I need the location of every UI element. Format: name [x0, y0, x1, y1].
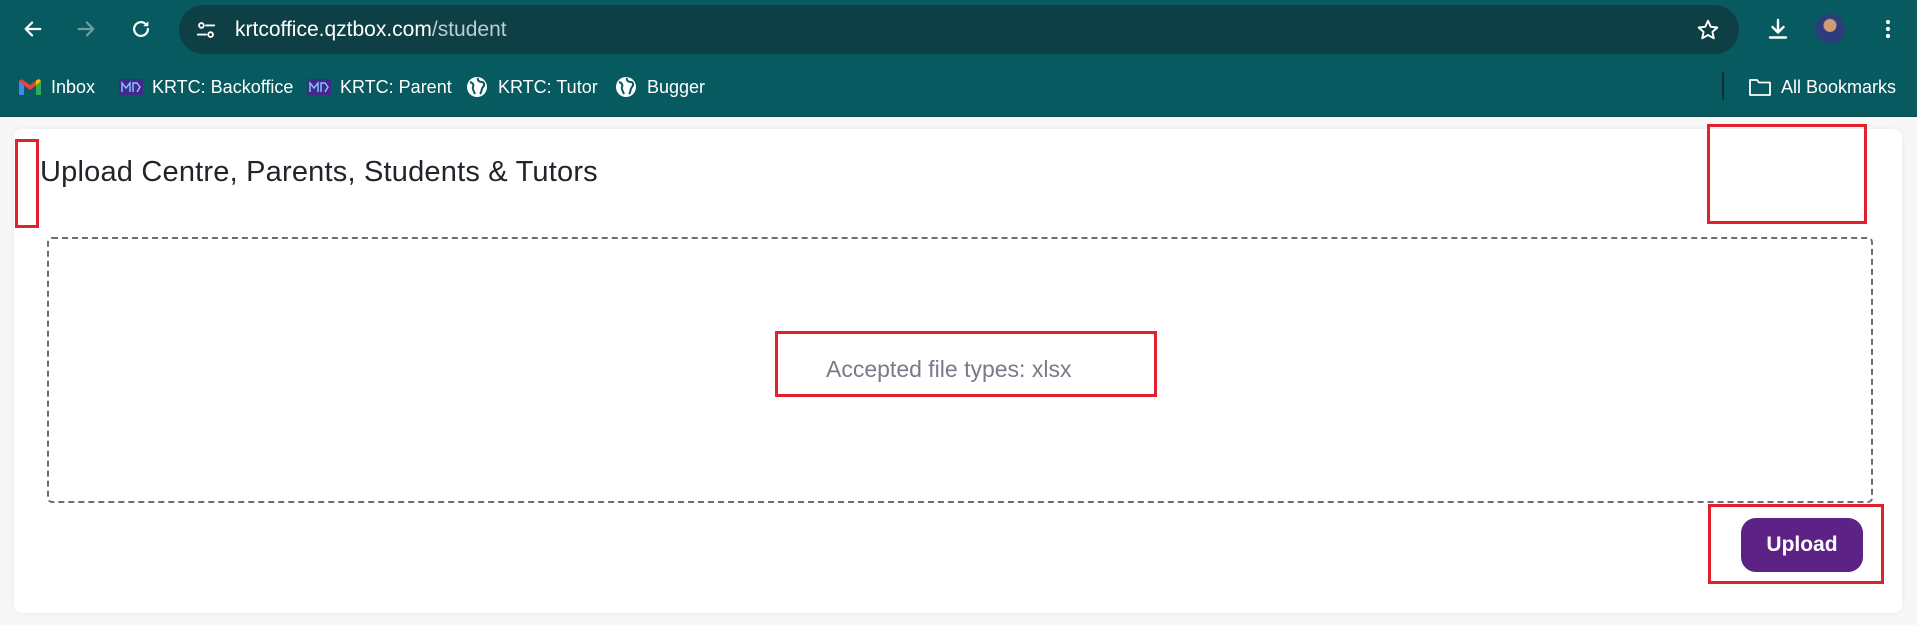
arrow-right-icon [77, 21, 95, 37]
highlight-box [1708, 504, 1884, 584]
browser-toolbar: krtcoffice.qztbox.com/student [0, 0, 1917, 58]
page-title: Upload Centre, Parents, Students & Tutor… [40, 156, 598, 188]
back-button[interactable] [15, 11, 51, 47]
bookmark-star-icon[interactable] [1695, 17, 1721, 43]
highlight-box [1707, 124, 1867, 224]
bookmarks-divider [1722, 72, 1724, 100]
highlight-box [775, 331, 1157, 397]
bookmark-krtc-tutor[interactable]: KRTC: Tutor [465, 74, 598, 100]
krtc-icon [307, 75, 331, 99]
url-path: /student [431, 18, 507, 41]
globe-icon [614, 75, 638, 99]
reload-button[interactable] [123, 11, 159, 47]
more-vertical-icon [1885, 19, 1891, 39]
gmail-icon [18, 75, 42, 99]
bookmarks-bar: Inbox KRTC: Backoffice KRTC: Parent KRTC… [0, 58, 1917, 117]
all-bookmarks-button[interactable]: All Bookmarks [1748, 74, 1896, 100]
download-icon [1768, 18, 1788, 39]
url-text[interactable]: krtcoffice.qztbox.com/student [235, 18, 507, 42]
krtc-icon [119, 75, 143, 99]
highlight-box [15, 139, 39, 228]
bookmark-krtc-parent[interactable]: KRTC: Parent [307, 74, 452, 100]
url-host: krtcoffice.qztbox.com [235, 18, 432, 41]
downloads-button[interactable] [1760, 11, 1796, 47]
browser-menu-button[interactable] [1870, 11, 1906, 47]
bookmark-label: KRTC: Tutor [498, 76, 598, 97]
arrow-left-icon [24, 21, 42, 37]
bookmark-label: KRTC: Backoffice [152, 76, 294, 97]
bookmark-inbox[interactable]: Inbox [18, 74, 95, 100]
bookmark-bugger[interactable]: Bugger [614, 74, 705, 100]
bookmark-label: Bugger [647, 76, 706, 97]
forward-button[interactable] [68, 11, 104, 47]
globe-icon [465, 75, 489, 99]
bookmark-krtc-backoffice[interactable]: KRTC: Backoffice [119, 74, 293, 100]
all-bookmarks-label: All Bookmarks [1781, 76, 1897, 97]
address-bar[interactable]: krtcoffice.qztbox.com/student [179, 5, 1739, 54]
folder-icon [1748, 75, 1772, 99]
bookmark-label: Inbox [51, 76, 96, 97]
reload-icon [133, 21, 149, 37]
site-info-icon[interactable] [193, 17, 219, 43]
profile-avatar[interactable] [1815, 14, 1845, 44]
bookmark-label: KRTC: Parent [340, 76, 452, 97]
